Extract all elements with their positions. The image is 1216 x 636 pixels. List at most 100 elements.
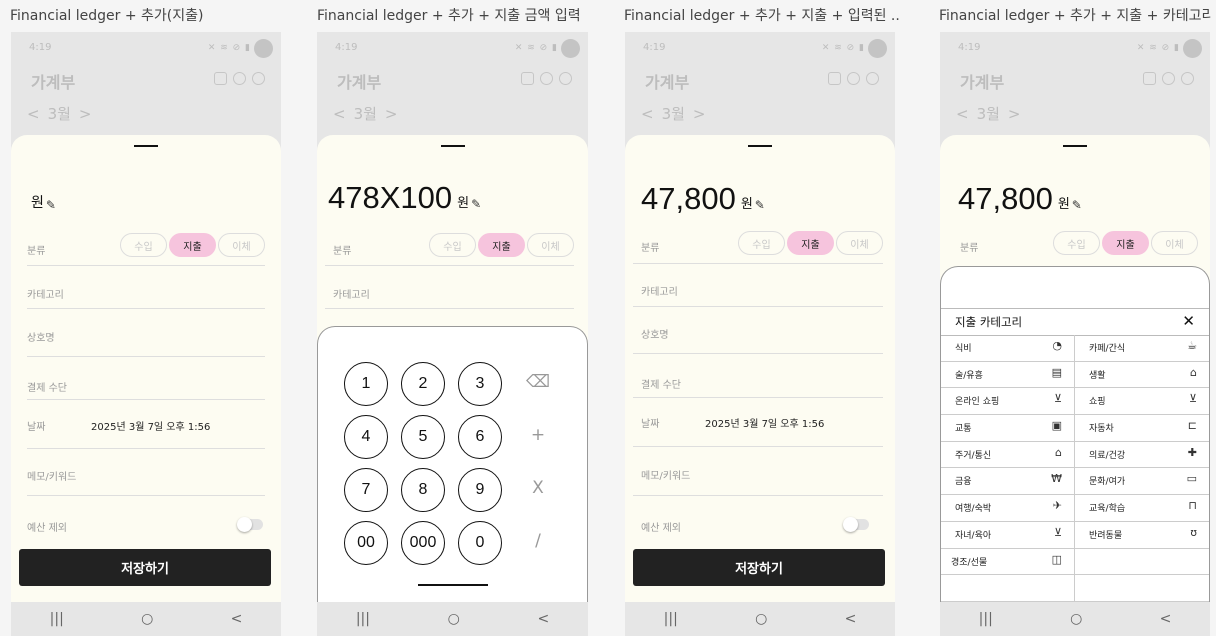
category-item[interactable]: 문화/여가 ▭ — [1075, 468, 1209, 496]
category-item[interactable]: 주거/통신 ⌂ — [941, 441, 1075, 469]
pencil-icon[interactable]: ✎ — [471, 197, 481, 211]
home-button[interactable]: ○ — [755, 611, 767, 627]
date-field[interactable]: 날짜 2025년 3월 7일 오후 1:56 — [633, 398, 883, 447]
expense-toggle[interactable]: 지출 — [478, 233, 525, 257]
income-toggle[interactable]: 수입 — [1053, 231, 1100, 255]
expense-toggle[interactable]: 지출 — [1102, 231, 1149, 255]
plus-icon[interactable]: + — [523, 425, 553, 445]
back-button[interactable]: < — [537, 611, 549, 627]
back-button[interactable]: < — [231, 611, 243, 627]
key-8[interactable]: 8 — [401, 468, 445, 512]
key-0[interactable]: 0 — [458, 521, 502, 565]
back-button[interactable]: < — [1160, 611, 1172, 627]
bell-icon[interactable] — [1162, 72, 1175, 85]
month-next-button[interactable]: > — [693, 105, 706, 123]
budget-exclude-toggle[interactable] — [843, 517, 869, 532]
key-2[interactable]: 2 — [401, 362, 445, 406]
chart-icon[interactable] — [1143, 72, 1156, 85]
bell-icon[interactable] — [847, 72, 860, 85]
profile-icon[interactable] — [252, 72, 265, 85]
chart-icon[interactable] — [828, 72, 841, 85]
back-button[interactable]: < — [845, 611, 857, 627]
category-field[interactable]: 카테고리 — [325, 266, 574, 309]
category-item[interactable]: 생활 ⌂ — [1075, 362, 1209, 389]
month-next-button[interactable]: > — [385, 105, 398, 123]
key-7[interactable]: 7 — [344, 468, 388, 512]
profile-icon[interactable] — [1181, 72, 1194, 85]
save-button[interactable]: 저장하기 — [19, 549, 271, 586]
category-item[interactable]: 경조/선물 ◫ — [941, 548, 1075, 576]
amount-display[interactable]: 원 ✎ — [31, 192, 56, 214]
category-item[interactable]: 자동차 ⊏ — [1075, 415, 1209, 442]
category-field[interactable]: 카테고리 — [27, 266, 265, 309]
backspace-icon[interactable]: ⌫ — [523, 372, 553, 392]
key-3[interactable]: 3 — [458, 362, 502, 406]
sheet-handle[interactable] — [748, 145, 772, 147]
income-toggle[interactable]: 수입 — [429, 233, 476, 257]
category-item[interactable]: 반려동물 ʊ — [1075, 522, 1209, 549]
date-value[interactable]: 2025년 3월 7일 오후 1:56 — [705, 415, 824, 430]
category-item[interactable]: 온라인 쇼핑 ⊻ — [941, 388, 1075, 416]
pencil-icon[interactable]: ✎ — [46, 198, 56, 212]
key-00[interactable]: 00 — [344, 521, 388, 565]
pencil-icon[interactable]: ✎ — [755, 198, 765, 212]
key-1[interactable]: 1 — [344, 362, 388, 406]
category-field[interactable]: 카테고리 — [633, 264, 883, 307]
chart-icon[interactable] — [214, 72, 227, 85]
key-000[interactable]: 000 — [401, 521, 445, 565]
category-item[interactable]: 술/유흥 ▤ — [941, 361, 1075, 389]
key-9[interactable]: 9 — [458, 468, 502, 512]
transfer-toggle[interactable]: 이체 — [1151, 231, 1198, 255]
key-5[interactable]: 5 — [401, 415, 445, 459]
recent-apps-button[interactable]: ||| — [664, 611, 678, 627]
category-item[interactable]: 교육/학습 ⊓ — [1075, 495, 1209, 522]
amount-display[interactable]: 478X100 원 ✎ — [328, 182, 481, 213]
date-value[interactable]: 2025년 3월 7일 오후 1:56 — [91, 418, 210, 433]
memo-field[interactable]: 메모/키워드 — [27, 449, 265, 496]
category-item[interactable]: 식비 ◔ — [941, 335, 1075, 362]
category-item[interactable]: 교통 ▣ — [941, 415, 1075, 442]
category-item[interactable]: 쇼핑 ⊻ — [1075, 388, 1209, 416]
key-6[interactable]: 6 — [458, 415, 502, 459]
chart-icon[interactable] — [521, 72, 534, 85]
merchant-field[interactable]: 상호명 — [633, 307, 883, 354]
category-item[interactable]: 자녀/육아 ⊻ — [941, 521, 1075, 549]
pencil-icon[interactable]: ✎ — [1072, 198, 1082, 212]
recent-apps-button[interactable]: ||| — [50, 611, 64, 627]
income-toggle[interactable]: 수입 — [120, 233, 167, 257]
divide-icon[interactable]: / — [523, 531, 553, 551]
sheet-handle[interactable] — [440, 145, 465, 147]
bell-icon[interactable] — [540, 72, 553, 85]
amount-display[interactable]: 47,800 원 ✎ — [641, 183, 765, 214]
month-next-button[interactable]: > — [1008, 105, 1021, 123]
date-field[interactable]: 날짜 2025년 3월 7일 오후 1:56 — [27, 400, 265, 449]
month-next-button[interactable]: > — [79, 105, 92, 123]
sheet-handle[interactable] — [1063, 145, 1087, 147]
keypad-handle[interactable] — [418, 584, 488, 586]
bell-icon[interactable] — [233, 72, 246, 85]
month-prev-button[interactable]: < — [333, 105, 346, 123]
amount-display[interactable]: 47,800 원 ✎ — [958, 183, 1082, 214]
key-4[interactable]: 4 — [344, 415, 388, 459]
category-item[interactable]: 금융 ₩ — [941, 468, 1075, 496]
multiply-icon[interactable]: X — [523, 478, 553, 498]
category-item[interactable]: 의료/건강 ✚ — [1075, 442, 1209, 469]
month-prev-button[interactable]: < — [27, 105, 40, 123]
memo-field[interactable]: 메모/키워드 — [633, 447, 883, 496]
home-button[interactable]: ○ — [141, 611, 153, 627]
sheet-handle[interactable] — [134, 145, 158, 147]
close-icon[interactable]: ✕ — [1182, 312, 1195, 330]
month-prev-button[interactable]: < — [956, 105, 969, 123]
transfer-toggle[interactable]: 이체 — [836, 231, 883, 255]
payment-field[interactable]: 결제 수단 — [633, 354, 883, 398]
profile-icon[interactable] — [866, 72, 879, 85]
payment-field[interactable]: 결제 수단 — [27, 357, 265, 400]
profile-icon[interactable] — [559, 72, 572, 85]
income-toggle[interactable]: 수입 — [738, 231, 785, 255]
expense-toggle[interactable]: 지출 — [787, 231, 834, 255]
recent-apps-button[interactable]: ||| — [356, 611, 370, 627]
recent-apps-button[interactable]: ||| — [979, 611, 993, 627]
save-button[interactable]: 저장하기 — [633, 549, 885, 586]
home-button[interactable]: ○ — [1070, 611, 1082, 627]
merchant-field[interactable]: 상호명 — [27, 309, 265, 357]
